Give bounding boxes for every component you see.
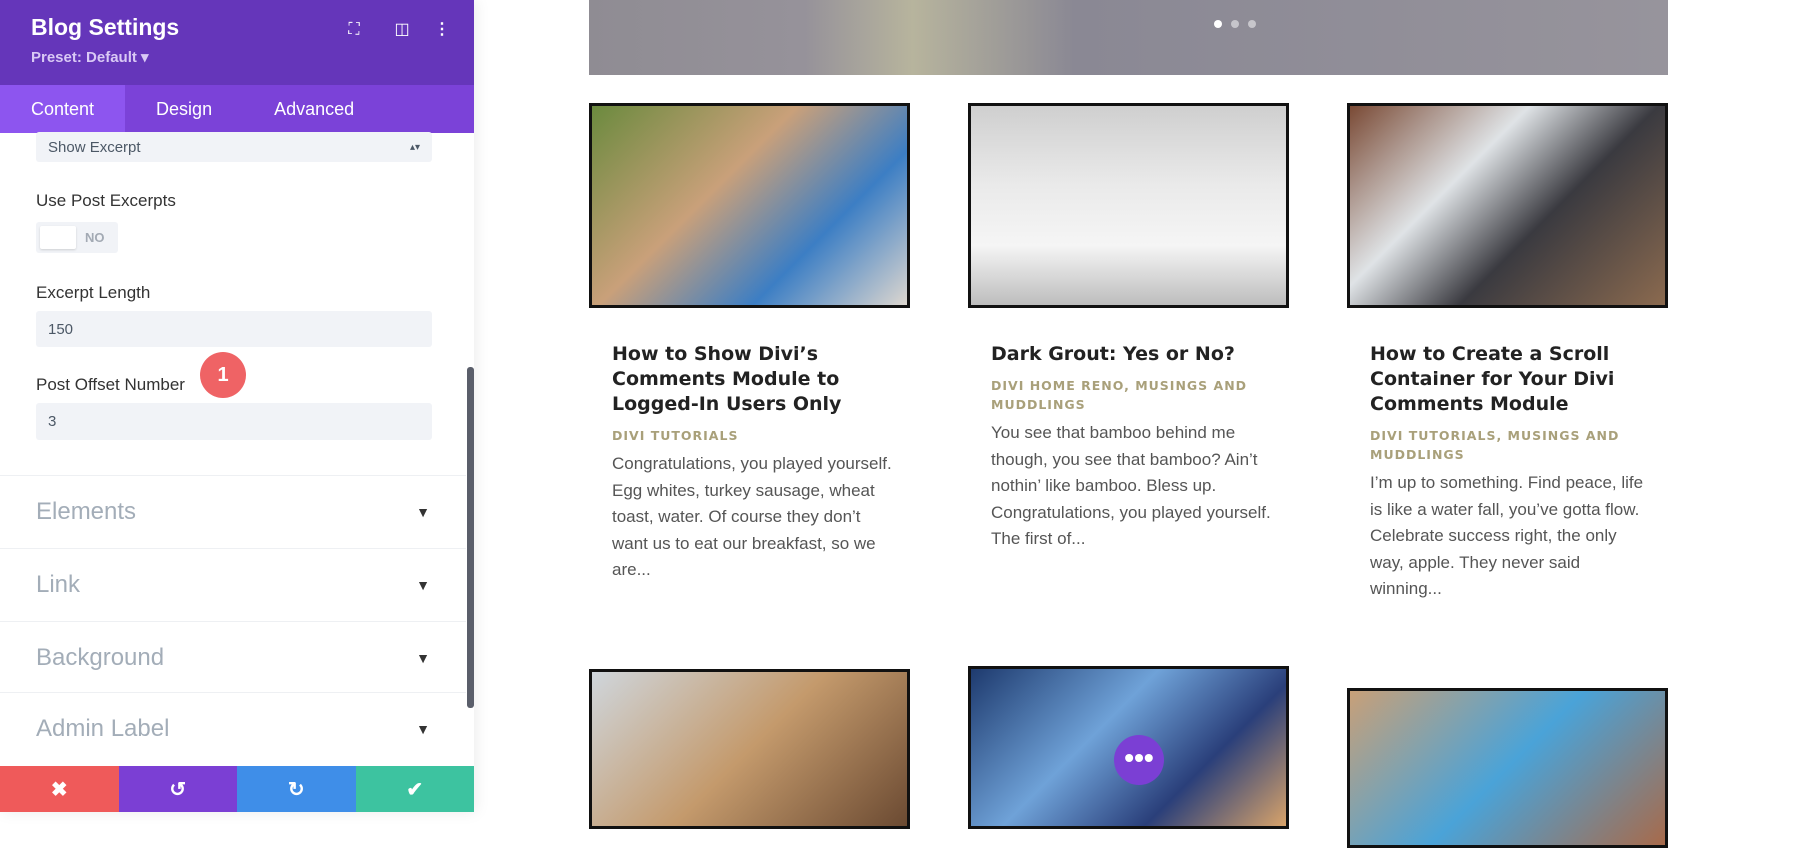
panel-footer: ✖ ↺ ↻ ✔ (0, 766, 474, 812)
post-image[interactable] (589, 103, 910, 308)
post-title[interactable]: Dark Grout: Yes or No? (991, 342, 1269, 367)
post-category[interactable]: DIVI HOME RENO, MUSINGS AND MUDDLINGS (991, 376, 1269, 414)
blog-post-card: How to Show Divi’s Comments Module to Lo… (589, 103, 910, 584)
save-button[interactable]: ✔ (355, 766, 474, 812)
tab-design[interactable]: Design (125, 85, 243, 133)
slider-banner (589, 0, 1668, 75)
section-label: Link (36, 571, 81, 598)
select-arrows-icon: ▴▾ (409, 141, 420, 153)
toggle-state: NO (85, 230, 105, 245)
fullscreen-icon[interactable]: ⛶ (342, 18, 366, 42)
more-options-icon[interactable]: ⋮ (430, 18, 454, 42)
slider-dot[interactable] (1231, 20, 1239, 28)
split-view-icon[interactable]: ◫ (390, 18, 414, 42)
preset-dropdown[interactable]: Preset: Default ▾ (31, 48, 149, 66)
slider-dots (1214, 20, 1256, 28)
slider-dot[interactable] (1248, 20, 1256, 28)
panel-tabs: Content Design Advanced (0, 85, 474, 133)
use-post-excerpts-toggle[interactable]: NO (36, 222, 118, 253)
excerpt-select[interactable]: Show Excerpt ▴▾ (36, 132, 432, 162)
chevron-down-icon: ▼ (416, 504, 430, 520)
more-options-button[interactable]: ••• (1114, 735, 1164, 785)
excerpt-length-label: Excerpt Length (36, 283, 151, 302)
section-link[interactable]: Link ▼ (0, 548, 466, 621)
blog-post-card: Dark Grout: Yes or No? DIVI HOME RENO, M… (968, 103, 1289, 553)
section-background[interactable]: Background ▼ (0, 621, 466, 694)
post-excerpt: I’m up to something. Find peace, life is… (1370, 473, 1644, 598)
post-excerpt: You see that bamboo behind me though, yo… (991, 423, 1271, 548)
post-category[interactable]: DIVI TUTORIALS (612, 426, 890, 445)
section-admin-label[interactable]: Admin Label ▼ (0, 692, 466, 765)
undo-button[interactable]: ↺ (118, 766, 237, 812)
section-label: Elements (36, 498, 137, 525)
post-image[interactable] (968, 103, 1289, 308)
post-category[interactable]: DIVI TUTORIALS, MUSINGS AND MUDDLINGS (1370, 426, 1648, 464)
post-offset-label: Post Offset Number (36, 375, 185, 394)
slider-dot[interactable] (1214, 20, 1222, 28)
step-badge: 1 (200, 352, 246, 398)
use-post-excerpts-label: Use Post Excerpts (36, 191, 176, 210)
blog-post-card: How to Create a Scroll Container for You… (1347, 103, 1668, 603)
tab-content[interactable]: Content (0, 85, 126, 133)
section-label: Background (36, 644, 165, 671)
chevron-down-icon: ▼ (416, 650, 430, 666)
panel-title: Blog Settings (31, 14, 180, 40)
post-title[interactable]: How to Show Divi’s Comments Module to Lo… (612, 342, 890, 417)
panel-header: Blog Settings Preset: Default ▾ ⛶ ◫ ⋮ (0, 0, 474, 85)
excerpt-select-value: Show Excerpt (48, 138, 141, 156)
cancel-button[interactable]: ✖ (0, 766, 119, 812)
chevron-down-icon: ▼ (416, 577, 430, 593)
toggle-knob (40, 226, 76, 249)
chevron-down-icon: ▼ (416, 721, 430, 737)
post-image[interactable] (1347, 103, 1668, 308)
settings-panel: Blog Settings Preset: Default ▾ ⛶ ◫ ⋮ Co… (0, 0, 474, 812)
redo-button[interactable]: ↻ (237, 766, 356, 812)
section-elements[interactable]: Elements ▼ (0, 475, 466, 548)
post-title[interactable]: How to Create a Scroll Container for You… (1370, 342, 1648, 417)
page-preview: How to Show Divi’s Comments Module to Lo… (474, 0, 1800, 848)
post-image[interactable] (1347, 688, 1668, 848)
section-label: Admin Label (36, 715, 170, 742)
post-excerpt: Congratulations, you played yourself. Eg… (612, 454, 892, 579)
post-image[interactable] (589, 669, 910, 829)
post-offset-input[interactable]: 3 (36, 403, 432, 440)
tab-advanced[interactable]: Advanced (243, 85, 385, 133)
panel-scrollbar[interactable] (467, 367, 474, 708)
excerpt-length-input[interactable]: 150 (36, 311, 432, 347)
